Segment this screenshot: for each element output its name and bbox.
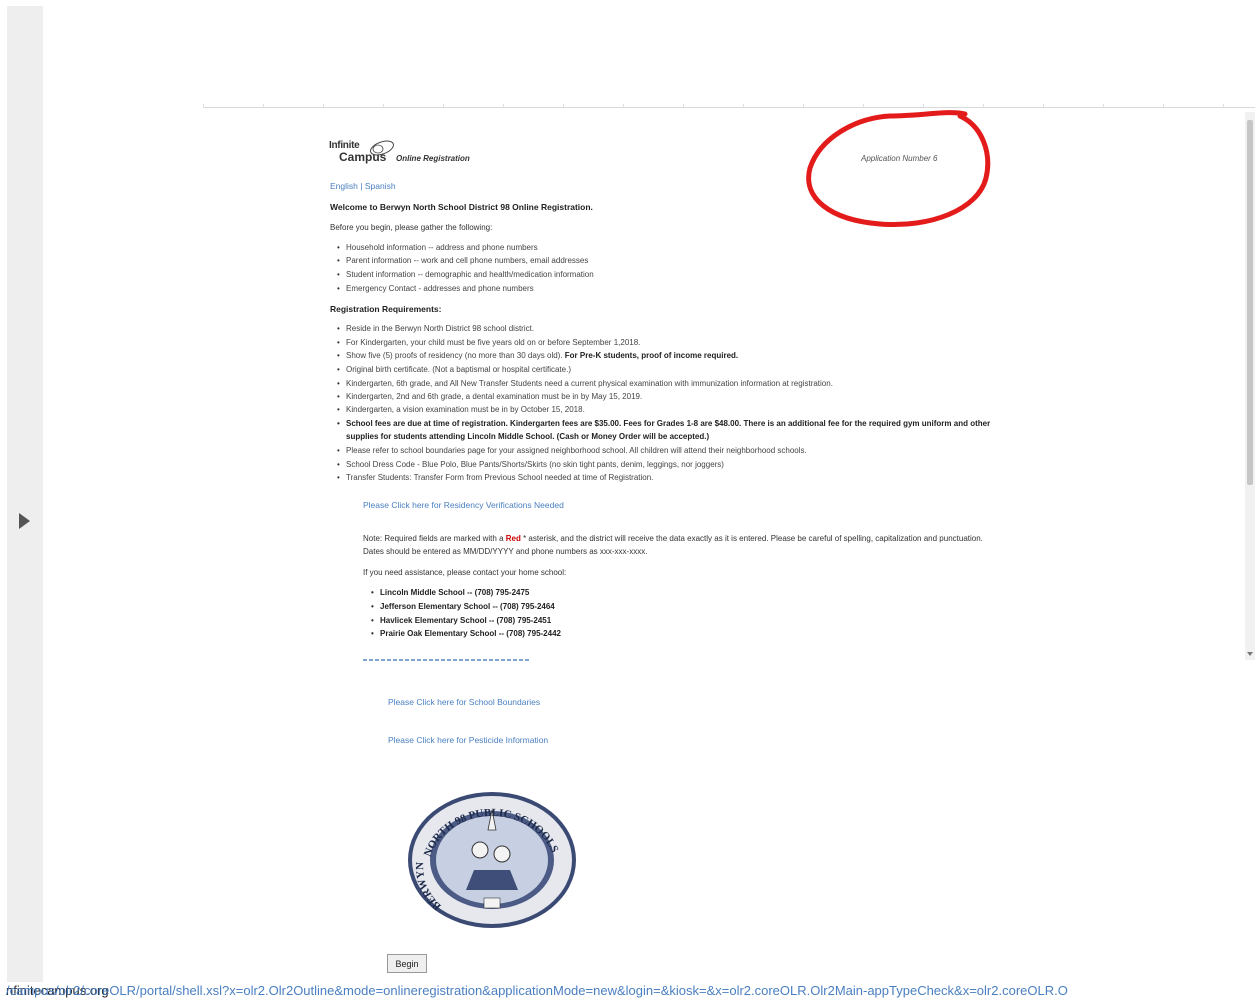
requirement-fees-continued: supplies for students attending Lincoln …	[346, 432, 710, 441]
red-annotation-circle	[806, 110, 991, 228]
school-boundaries-link[interactable]: Please Click here for School Boundaries	[388, 697, 540, 707]
pesticide-information-link[interactable]: Please Click here for Pesticide Informat…	[388, 735, 548, 745]
requirement-item: Show five (5) proofs of residency (no mo…	[337, 351, 739, 360]
requirement-residency-text: Show five (5) proofs of residency (no mo…	[346, 351, 565, 360]
list-item: Emergency Contact - addresses and phone …	[337, 284, 534, 293]
scrollbar-thumb[interactable]	[1247, 120, 1253, 485]
requirement-item: For Kindergarten, your child must be fiv…	[337, 338, 640, 347]
requirements-heading: Registration Requirements:	[330, 304, 442, 314]
spanish-link[interactable]: Spanish	[365, 181, 396, 191]
welcome-heading: Welcome to Berwyn North School District …	[330, 202, 593, 212]
assistance-text: If you need assistance, please contact y…	[363, 568, 567, 577]
frame-top-border	[203, 107, 1255, 108]
status-bar: nfinitecampus.org/campus/olr2/coreOLR/po…	[0, 982, 1258, 1000]
residency-verification-link[interactable]: Please Click here for Residency Verifica…	[363, 500, 564, 510]
requirement-prek-bold: For Pre-K students, proof of income requ…	[564, 351, 739, 360]
requirement-item: Reside in the Berwyn North District 98 s…	[337, 324, 534, 333]
note-text-pre: Note: Required fields are marked with a	[363, 534, 506, 543]
left-side-panel	[7, 6, 43, 984]
required-fields-note: Note: Required fields are marked with a …	[363, 534, 983, 543]
requirement-item: School Dress Code - Blue Polo, Blue Pant…	[337, 460, 724, 469]
requirement-item: Original birth certificate. (Not a bapti…	[337, 365, 571, 374]
list-item: Parent information -- work and cell phon…	[337, 256, 588, 265]
english-link[interactable]: English	[330, 181, 358, 191]
school-contact-item: Prairie Oak Elementary School -- (708) 7…	[371, 629, 561, 638]
language-links: English | Spanish	[330, 181, 396, 191]
requirement-fees-item: School fees are due at time of registrat…	[337, 419, 990, 428]
school-contact-item: Lincoln Middle School -- (708) 795-2475	[371, 588, 529, 597]
hidden-link-underline	[363, 659, 531, 661]
logo-campus-text: Campus	[339, 150, 387, 164]
begin-button[interactable]: Begin	[387, 954, 427, 973]
note-red-word: Red	[505, 534, 521, 543]
infinite-campus-logo: Infinite Campus Online Registration	[329, 138, 499, 168]
requirement-item: Kindergarten, a vision examination must …	[337, 405, 585, 414]
expand-panel-arrow-icon[interactable]	[19, 513, 30, 529]
requirement-item: Kindergarten, 2nd and 6th grade, a denta…	[337, 392, 642, 401]
requirement-item: Transfer Students: Transfer Form from Pr…	[337, 473, 653, 482]
logo-tagline: Online Registration	[396, 154, 470, 163]
gather-text: Before you begin, please gather the foll…	[330, 223, 493, 232]
school-contact-item: Jefferson Elementary School -- (708) 795…	[371, 602, 555, 611]
scroll-down-arrow-icon[interactable]	[1247, 652, 1253, 656]
requirement-item: Kindergarten, 6th grade, and All New Tra…	[337, 379, 833, 388]
lang-separator: |	[357, 181, 365, 191]
school-contact-item: Havlicek Elementary School -- (708) 795-…	[371, 616, 551, 625]
district-98-seal-logo: NORTH 98 PUBLIC SCHOOLS BERWYN	[408, 792, 576, 928]
requirement-item: Please refer to school boundaries page f…	[337, 446, 807, 455]
status-url-path: /campus/olr2/coreOLR/portal/shell.xsl?x=…	[6, 983, 1068, 998]
note-text-post: * asterisk, and the district will receiv…	[520, 534, 983, 543]
date-format-note: Dates should be entered as MM/DD/YYYY an…	[363, 547, 648, 556]
list-item: Household information -- address and pho…	[337, 243, 538, 252]
list-item: Student information -- demographic and h…	[337, 270, 594, 279]
